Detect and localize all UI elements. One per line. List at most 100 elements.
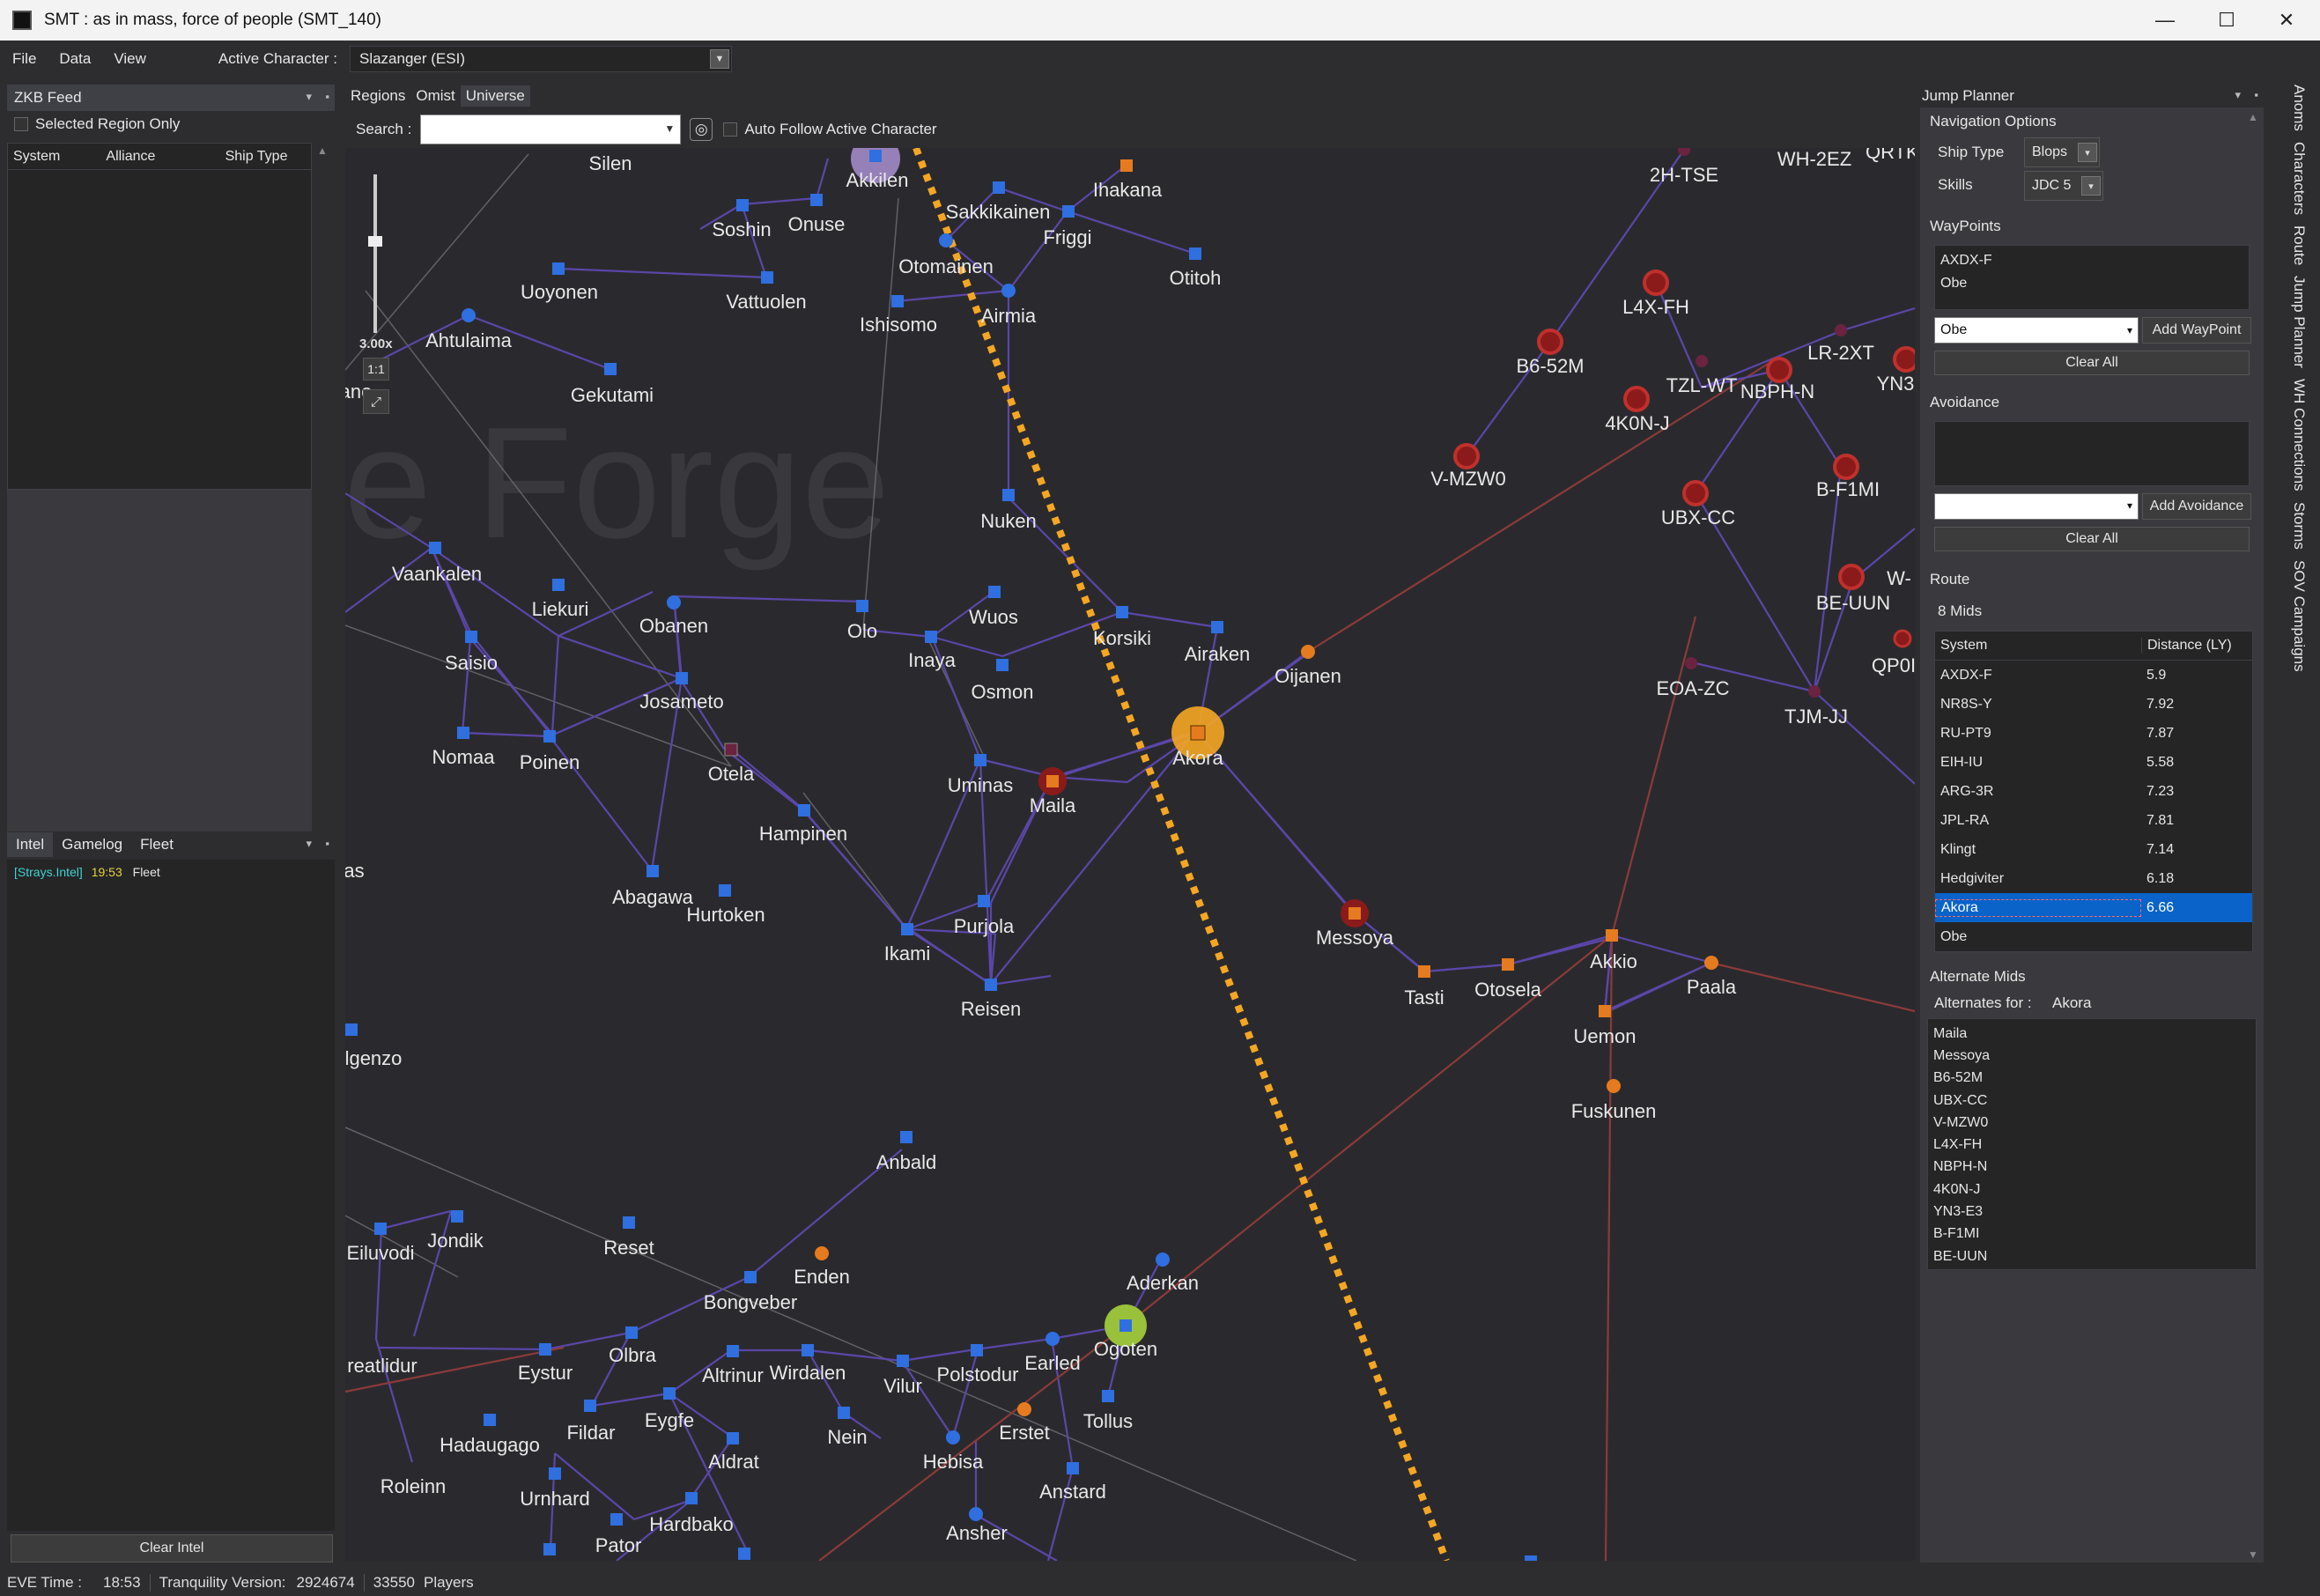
universe-map[interactable]: e Forge Silen Akkilen Ihakana Soshin Onu… — [345, 148, 1915, 1561]
system-node[interactable] — [1348, 907, 1361, 920]
system-node[interactable] — [1119, 1319, 1132, 1332]
side-tab-anoms[interactable]: Anoms — [2290, 85, 2308, 131]
system-node[interactable] — [736, 199, 749, 211]
system-node[interactable] — [374, 1223, 387, 1235]
system-node[interactable] — [815, 1246, 829, 1260]
system-node[interactable] — [1002, 489, 1015, 501]
system-node[interactable] — [1418, 965, 1430, 978]
system-node[interactable] — [901, 923, 913, 935]
scroll-down-icon[interactable]: ▼ — [2244, 1548, 2262, 1561]
system-node[interactable] — [345, 1023, 358, 1036]
system-node[interactable] — [810, 194, 823, 206]
side-tab-sov-campaigns[interactable]: SOV Campaigns — [2290, 560, 2308, 672]
system-node[interactable] — [1067, 1462, 1079, 1474]
skills-select[interactable]: JDC 5 ▾ — [2024, 171, 2103, 201]
system-node[interactable] — [1599, 1005, 1611, 1017]
system-node[interactable] — [1696, 355, 1708, 367]
chevron-down-icon[interactable]: ▾ — [2078, 143, 2097, 162]
system-node[interactable] — [1301, 645, 1315, 659]
system-node-danger[interactable] — [1453, 443, 1480, 469]
system-node[interactable] — [584, 1400, 596, 1412]
scroll-up-icon[interactable]: ▲ — [2244, 111, 2262, 123]
system-node[interactable] — [856, 600, 868, 612]
system-node[interactable] — [891, 295, 904, 307]
zkb-col-system[interactable]: System — [8, 149, 100, 165]
system-node[interactable] — [1156, 1252, 1170, 1267]
chevron-down-icon[interactable]: ▼ — [709, 49, 729, 69]
table-row[interactable]: RU-PT9 7.87 — [1935, 719, 2252, 748]
list-item[interactable]: B-F1MI — [1928, 1223, 2256, 1245]
system-node[interactable] — [1835, 324, 1847, 336]
system-node[interactable] — [719, 884, 731, 897]
pin-icon[interactable]: ▪ — [325, 90, 329, 103]
system-node[interactable] — [552, 579, 565, 591]
tab-fleet[interactable]: Fleet — [131, 832, 182, 857]
auto-follow-checkbox[interactable] — [723, 122, 738, 137]
pin-icon[interactable]: ▪ — [2254, 88, 2258, 101]
waypoints-list[interactable]: AXDX-F Obe — [1934, 245, 2250, 310]
system-node[interactable] — [1190, 725, 1206, 741]
search-input[interactable]: ▼ — [420, 115, 682, 144]
system-node[interactable] — [1045, 1332, 1060, 1346]
table-row[interactable]: NR8S-Y 7.92 — [1935, 690, 2252, 719]
system-node[interactable] — [552, 262, 565, 275]
clear-avoidance-button[interactable]: Clear All — [1934, 527, 2250, 551]
system-node[interactable] — [946, 1430, 960, 1445]
system-node[interactable] — [1704, 956, 1718, 970]
list-item[interactable]: YN3-E3 — [1928, 1201, 2256, 1223]
system-node[interactable] — [1102, 1390, 1114, 1402]
chevron-down-icon[interactable]: ▼ — [664, 122, 675, 135]
system-node[interactable] — [802, 1344, 814, 1356]
table-row-selected[interactable]: Akora 6.66 — [1935, 893, 2252, 922]
chevron-down-icon[interactable]: ▾ — [2127, 324, 2132, 336]
alternates-list[interactable]: Maila Messoya B6-52M UBX-CC V-MZW0 L4X-F… — [1927, 1018, 2257, 1270]
dropdown-icon[interactable]: ▾ — [2235, 88, 2241, 102]
add-waypoint-button[interactable]: Add WayPoint — [2142, 317, 2251, 344]
list-item[interactable]: 4K0N-J — [1928, 1179, 2256, 1201]
list-item[interactable]: B6-52M — [1928, 1068, 2256, 1090]
side-tab-jump-planner[interactable]: Jump Planner — [2290, 276, 2308, 368]
system-node[interactable] — [1525, 1555, 1537, 1561]
table-row[interactable]: Hedgiviter 6.18 — [1935, 864, 2252, 893]
system-node[interactable] — [869, 150, 882, 162]
system-node[interactable] — [939, 233, 953, 248]
system-node[interactable] — [610, 1513, 623, 1526]
system-node[interactable] — [625, 1326, 638, 1339]
map-canvas[interactable]: e Forge Silen Akkilen Ihakana Soshin Onu… — [345, 148, 1915, 1561]
system-node[interactable] — [761, 271, 773, 284]
system-node[interactable] — [1685, 657, 1697, 669]
zoom-slider-handle[interactable] — [368, 236, 382, 247]
system-node[interactable] — [971, 1344, 983, 1356]
system-node[interactable] — [925, 631, 937, 643]
selected-region-only-checkbox[interactable]: Selected Region Only — [7, 111, 335, 137]
waypoint-select[interactable]: Obe ▾ — [1934, 317, 2139, 344]
zoom-1to1-button[interactable]: 1:1 — [363, 358, 389, 381]
zoom-slider-track[interactable] — [373, 174, 377, 333]
system-node[interactable] — [978, 895, 990, 907]
menu-view[interactable]: View — [114, 50, 146, 68]
dropdown-icon[interactable]: ▾ — [306, 837, 312, 851]
system-node[interactable] — [993, 181, 1005, 194]
add-avoidance-button[interactable]: Add Avoidance — [2142, 493, 2251, 520]
route-col-distance[interactable]: Distance (LY) — [2141, 638, 2252, 654]
system-node-danger[interactable] — [1893, 629, 1912, 648]
system-node[interactable] — [543, 730, 556, 743]
menu-file[interactable]: File — [12, 50, 36, 68]
system-node[interactable] — [1808, 685, 1821, 698]
system-node[interactable] — [897, 1355, 909, 1367]
side-tab-route[interactable]: Route — [2290, 225, 2308, 265]
table-row[interactable]: ARG-3R 7.23 — [1935, 777, 2252, 806]
list-item[interactable]: BE-UUN — [1928, 1245, 2256, 1267]
system-node-danger[interactable] — [1893, 346, 1915, 373]
list-item[interactable]: UBX-CC — [1928, 1090, 2256, 1112]
table-row[interactable]: EIH-IU 5.58 — [1935, 748, 2252, 777]
route-col-system[interactable]: System — [1935, 638, 2141, 654]
zkb-col-alliance[interactable]: Alliance — [100, 149, 219, 165]
system-node[interactable] — [996, 659, 1009, 671]
system-node-danger[interactable] — [1838, 564, 1865, 590]
system-node[interactable] — [988, 586, 1001, 598]
table-row[interactable]: Klingt 7.14 — [1935, 835, 2252, 864]
list-item[interactable]: Messoya — [1928, 1045, 2256, 1067]
fit-screen-icon[interactable]: ⤢ — [363, 389, 389, 414]
tab-regions[interactable]: Regions — [345, 85, 410, 107]
